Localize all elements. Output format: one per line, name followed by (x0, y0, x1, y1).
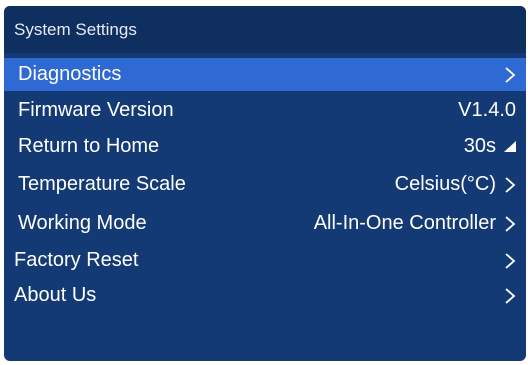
temperature-scale-value: Celsius(°C) (394, 173, 496, 195)
settings-screen: System Settings Diagnostics Firmware Ver… (4, 6, 526, 361)
menu-item-label: Diagnostics (18, 63, 122, 85)
menu-item-temperature-scale[interactable]: Temperature Scale Celsius(°C) (4, 168, 526, 201)
menu-item-working-mode[interactable]: Working Mode All-In-One Controller (4, 207, 526, 240)
menu-item-diagnostics[interactable]: Diagnostics (4, 58, 526, 91)
menu-item-right (496, 244, 518, 277)
firmware-version-value: V1.4.0 (458, 99, 516, 121)
menu-item-label: Firmware Version (18, 99, 174, 121)
menu-item-right: V1.4.0 (458, 94, 518, 127)
window-title: System Settings (4, 6, 526, 53)
triangle-up-icon[interactable] (502, 137, 518, 157)
menu-item-label: Return to Home (18, 135, 160, 157)
chevron-right-icon (502, 286, 518, 306)
chevron-right-icon (502, 65, 518, 85)
working-mode-value: All-In-One Controller (313, 212, 496, 234)
chevron-right-icon (502, 214, 518, 234)
menu-item-label: Factory Reset (14, 249, 139, 271)
menu-item-firmware-version[interactable]: Firmware Version V1.4.0 (4, 94, 526, 127)
menu-item-return-to-home[interactable]: Return to Home 30s (4, 130, 526, 163)
menu-item-right (496, 279, 518, 312)
menu-item-right: Celsius(°C) (395, 168, 518, 201)
chevron-right-icon (502, 175, 518, 195)
menu-item-right (496, 58, 518, 91)
menu-item-label: Temperature Scale (18, 173, 186, 195)
menu-item-label: About Us (14, 284, 97, 306)
chevron-right-icon (502, 251, 518, 271)
menu-item-label: Working Mode (18, 212, 147, 234)
menu-item-right: All-In-One Controller (314, 207, 518, 240)
menu-item-right: 30s (464, 130, 518, 163)
return-to-home-value: 30s (463, 135, 496, 157)
menu-item-factory-reset[interactable]: Factory Reset (4, 244, 526, 277)
menu-item-about-us[interactable]: About Us (4, 279, 526, 312)
